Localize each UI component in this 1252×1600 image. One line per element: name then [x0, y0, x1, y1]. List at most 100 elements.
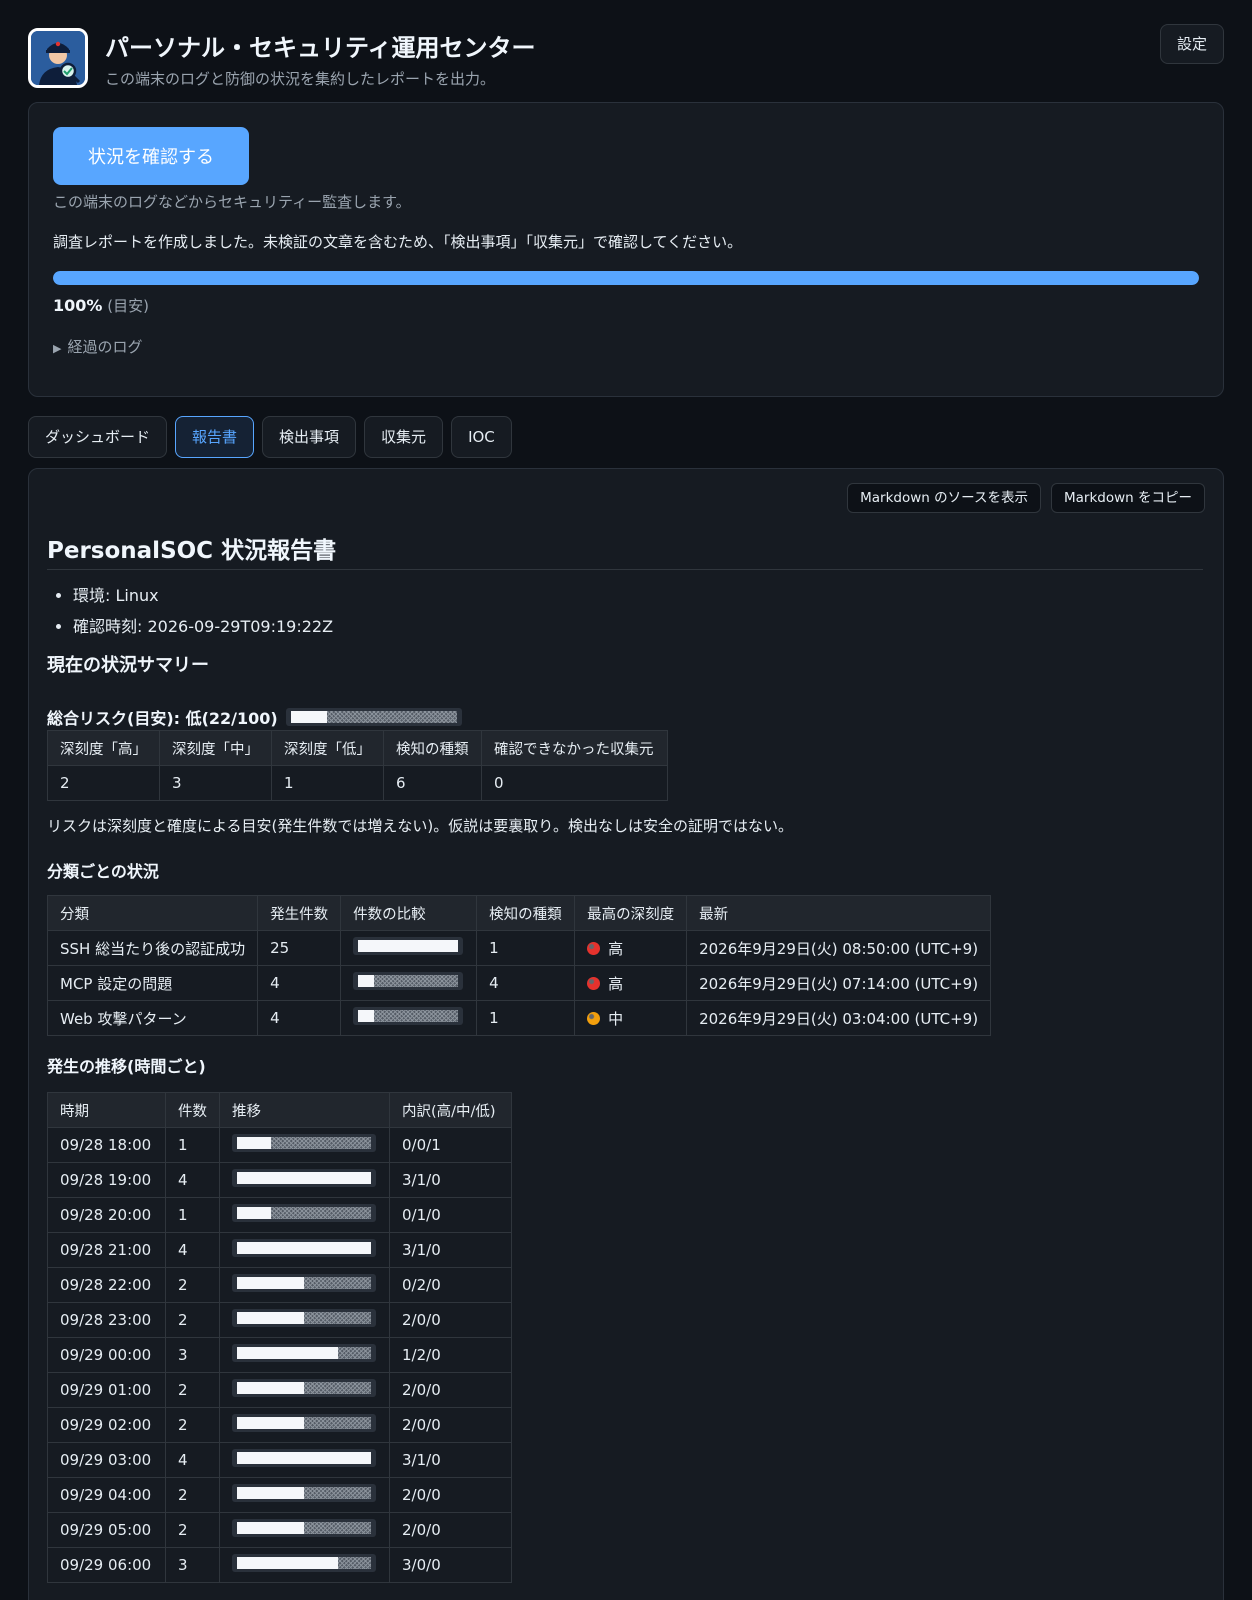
- settings-button[interactable]: 設定: [1159, 24, 1224, 64]
- trend-cell: 09/28 18:00: [47, 1127, 166, 1163]
- status-description: この端末のログなどからセキュリティー監査します。: [53, 193, 411, 211]
- severity-cell: 高: [574, 965, 688, 1001]
- count-bar: [353, 1007, 464, 1025]
- trend-bar-cell: [219, 1302, 390, 1338]
- count-bar: [353, 972, 464, 990]
- markdown-actions: Markdown のソースを表示 Markdown をコピー: [847, 483, 1205, 513]
- copy-markdown-button[interactable]: Markdown をコピー: [1050, 483, 1205, 513]
- trend-bar-cell: [219, 1372, 390, 1408]
- trend-bar-track: [237, 1137, 371, 1149]
- trend-bar-fill: [237, 1242, 371, 1254]
- category-header-cell: 件数の比較: [340, 895, 478, 931]
- trend-cell: 09/29 02:00: [47, 1407, 166, 1443]
- progress-readout: 100% (目安): [53, 295, 149, 316]
- tab-1[interactable]: 報告書: [175, 416, 255, 458]
- table-row: 09/28 22:00 2 0/2/0: [47, 1267, 512, 1303]
- trend-bar-cell: [219, 1162, 390, 1198]
- trend-bar-track: [237, 1522, 371, 1534]
- disclosure-triangle-icon: ▶: [53, 342, 62, 355]
- trend-bar-cell: [219, 1477, 390, 1513]
- trend-cell: 1: [165, 1197, 220, 1233]
- category-cell: 4: [257, 1000, 342, 1036]
- table-row: 09/29 03:00 4 3/1/0: [47, 1442, 512, 1478]
- trend-bar-track: [237, 1382, 371, 1394]
- trend-cell: 4: [165, 1442, 220, 1478]
- severity-dot-icon: [587, 976, 601, 990]
- severity-cell: 高: [574, 930, 688, 966]
- summary-cell: 3: [159, 765, 272, 801]
- table-row: SSH 総当たり後の認証成功 25 1 高 2026年9月29日(火) 08:50:00…: [46, 930, 992, 966]
- table-row: 09/28 23:00 2 2/0/0: [47, 1302, 512, 1338]
- trend-bar-fill: [237, 1137, 271, 1149]
- trend-bar: [232, 1554, 376, 1572]
- trend-cell: 1: [165, 1127, 220, 1163]
- trend-bar: [232, 1204, 376, 1222]
- trend-cell: 2/0/0: [389, 1372, 512, 1408]
- severity-label: 高: [608, 974, 624, 993]
- summary-cell: 6: [383, 765, 482, 801]
- trend-bar-fill: [237, 1277, 304, 1289]
- app-header: パーソナル・セキュリティ運用センター この端末のログと防御の状況を集約したレポー…: [28, 24, 1224, 88]
- trend-bar-cell: [219, 1197, 390, 1233]
- category-cell: MCP 設定の問題: [46, 965, 259, 1001]
- security-officer-icon: [28, 28, 88, 88]
- category-cell: 4: [257, 965, 342, 1001]
- tab-2[interactable]: 検出事項: [262, 416, 357, 458]
- trend-cell: 09/29 00:00: [47, 1337, 166, 1373]
- trend-cell: 09/29 05:00: [47, 1512, 166, 1548]
- show-markdown-source-button[interactable]: Markdown のソースを表示: [847, 483, 1041, 513]
- risk-note: リスクは深刻度と確度による目安(発生件数では増えない)。仮説は要裏取り。検出なし…: [47, 817, 793, 835]
- trend-cell: 2: [165, 1302, 220, 1338]
- category-header-cell: 検知の種類: [476, 895, 576, 931]
- tab-0[interactable]: ダッシュボード: [28, 416, 168, 458]
- trend-bar-fill: [237, 1557, 338, 1569]
- trend-cell: 0/2/0: [389, 1267, 512, 1303]
- trend-cell: 0/0/1: [389, 1127, 512, 1163]
- trend-cell: 2: [165, 1407, 220, 1443]
- trend-cell: 09/29 01:00: [47, 1372, 166, 1408]
- trend-bar-fill: [237, 1522, 304, 1534]
- count-bar-track: [358, 1010, 459, 1022]
- trend-cell: 09/28 20:00: [47, 1197, 166, 1233]
- category-cell: 1: [476, 930, 576, 966]
- trend-cell: 09/29 06:00: [47, 1547, 166, 1583]
- progress-bar: [53, 271, 1199, 285]
- progress-log-toggle[interactable]: ▶ 経過のログ: [53, 336, 142, 357]
- trend-bar: [232, 1239, 376, 1257]
- trend-bar-fill: [237, 1312, 304, 1324]
- summary-header-cell: 深刻度「中」: [159, 730, 272, 766]
- trend-bar-cell: [219, 1547, 390, 1583]
- tab-4[interactable]: IOC: [451, 416, 512, 458]
- summary-cell: 2: [47, 765, 160, 801]
- severity-dot-icon: [587, 1011, 601, 1025]
- trend-cell: 3: [165, 1547, 220, 1583]
- trend-bar-cell: [219, 1127, 390, 1163]
- trend-cell: 3: [165, 1337, 220, 1373]
- table-row: MCP 設定の問題 4 4 高 2026年9月29日(火) 07:14:00 (UTC+…: [46, 965, 992, 1001]
- trend-bar-track: [237, 1242, 371, 1254]
- page-subtitle: この端末のログと防御の状況を集約したレポートを出力。: [105, 70, 496, 88]
- table-row: 09/29 05:00 2 2/0/0: [47, 1512, 512, 1548]
- trend-table: 時期 件数 推移 内訳(高/中/低) 09/28 18:00 1 0/0/1 09/28 1…: [47, 1092, 512, 1583]
- overall-risk: 総合リスク(目安): 低(22/100): [47, 705, 462, 729]
- report-title: PersonalSOC 状況報告書: [47, 538, 337, 564]
- trend-cell: 09/28 19:00: [47, 1162, 166, 1198]
- category-cell: 2026年9月29日(火) 03:04:00 (UTC+9): [686, 1000, 992, 1036]
- report-panel: Markdown のソースを表示 Markdown をコピー PersonalS…: [28, 468, 1224, 1600]
- summary-header-cell: 深刻度「高」: [47, 730, 160, 766]
- check-status-button[interactable]: 状況を確認する: [53, 127, 249, 185]
- trend-header-cell: 時期: [47, 1092, 166, 1128]
- table-row: Web 攻撃パターン 4 1 中 2026年9月29日(火) 03:04:00 (UTC…: [46, 1000, 992, 1036]
- category-cell: Web 攻撃パターン: [46, 1000, 259, 1036]
- trend-bar-cell: [219, 1232, 390, 1268]
- trend-cell: 2: [165, 1477, 220, 1513]
- tab-3[interactable]: 収集元: [364, 416, 444, 458]
- count-bar: [353, 937, 464, 955]
- category-table: 分類 発生件数 件数の比較 検知の種類 最高の深刻度 最新 SSH 総当たり後の認証成功 2…: [46, 895, 992, 1036]
- trend-cell: 3/1/0: [389, 1442, 512, 1478]
- trend-bar: [232, 1169, 376, 1187]
- category-bar-cell: [340, 965, 478, 1001]
- category-header-cell: 最高の深刻度: [574, 895, 688, 931]
- trend-bar: [232, 1484, 376, 1502]
- table-row: 09/29 01:00 2 2/0/0: [47, 1372, 512, 1408]
